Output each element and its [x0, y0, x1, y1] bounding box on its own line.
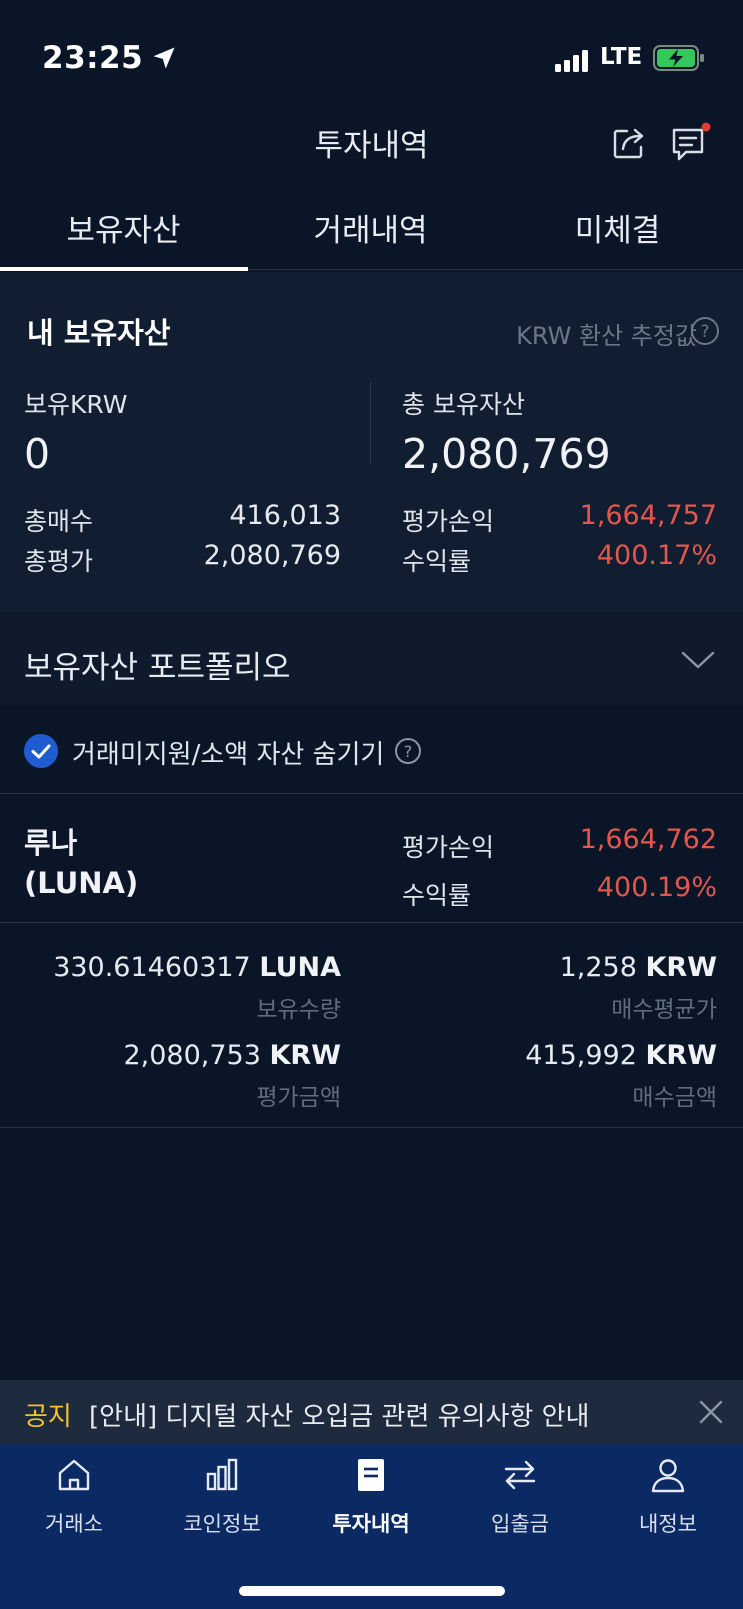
- location-arrow-icon: [153, 47, 175, 69]
- asset-name[interactable]: 루나 (LUNA): [24, 823, 138, 903]
- avg-buy-price-unit: KRW: [645, 952, 718, 983]
- help-icon[interactable]: ?: [394, 737, 422, 765]
- buy-amount-unit: KRW: [645, 1040, 718, 1071]
- share-icon[interactable]: [610, 122, 650, 162]
- transfer-icon: [504, 1460, 536, 1490]
- nav-coin-info[interactable]: 코인정보: [148, 1456, 296, 1538]
- chevron-down-icon[interactable]: [680, 645, 716, 675]
- hide-small-assets-checkbox[interactable]: [24, 734, 58, 768]
- total-buy-value: 416,013: [229, 500, 341, 531]
- user-icon: [651, 1459, 685, 1493]
- total-buy-label: 총매수: [24, 507, 94, 536]
- eval-amount-value: 2,080,753: [123, 1040, 261, 1071]
- chat-icon[interactable]: [670, 122, 712, 164]
- notice-tag: 공지: [24, 1402, 72, 1432]
- total-assets-label: 총 보유자산: [402, 390, 525, 419]
- home-indicator: [239, 1586, 505, 1596]
- avg-buy-price-label: 매수평균가: [611, 997, 717, 1023]
- total-eval-label: 총평가: [24, 547, 94, 576]
- roi-value: 400.17%: [596, 540, 717, 571]
- nav-my-info[interactable]: 내정보: [594, 1456, 742, 1538]
- nav-coin-info-label: 코인정보: [183, 1512, 261, 1536]
- nav-investments-label: 투자내역: [332, 1512, 410, 1536]
- signal-icon: [555, 50, 588, 72]
- buy-amount: 415,992 KRW: [525, 1040, 717, 1071]
- nav-deposit-withdraw-label: 입출금: [491, 1512, 549, 1536]
- avg-buy-price-value: 1,258: [559, 952, 637, 983]
- holding-quantity: 330.61460317 LUNA: [53, 952, 341, 983]
- summary-divider: [370, 382, 371, 464]
- buy-amount-value: 415,992: [525, 1040, 637, 1071]
- portfolio-title: 보유자산 포트폴리오: [24, 650, 291, 686]
- pnl-value: 1,664,757: [579, 500, 717, 531]
- summary-title: 내 보유자산: [27, 316, 171, 350]
- holding-quantity-label: 보유수량: [256, 997, 341, 1023]
- asset-symbol: (LUNA): [24, 866, 139, 900]
- svg-text:?: ?: [700, 322, 709, 342]
- status-time: 23:25: [42, 40, 144, 76]
- asset-pnl-label: 평가손익: [402, 833, 495, 862]
- pnl-label: 평가손익: [402, 507, 495, 536]
- active-tab-indicator: [0, 267, 248, 271]
- notice-text[interactable]: [안내] 디지털 자산 오입금 관련 유의사항 안내: [89, 1396, 589, 1433]
- tab-transactions[interactable]: 거래내역: [247, 205, 494, 250]
- roi-label: 수익률: [402, 547, 472, 576]
- home-icon: [58, 1459, 90, 1491]
- close-icon[interactable]: [698, 1399, 724, 1425]
- tab-unfilled[interactable]: 미체결: [494, 205, 741, 250]
- asset-korean-name: 루나: [24, 826, 78, 860]
- bar-chart-icon: [206, 1458, 238, 1491]
- nav-exchange-label: 거래소: [45, 1512, 103, 1536]
- asset-pnl-value: 1,664,762: [579, 824, 717, 855]
- nav-exchange[interactable]: 거래소: [0, 1456, 148, 1538]
- document-icon: [358, 1459, 384, 1491]
- nav-deposit-withdraw[interactable]: 입출금: [446, 1456, 594, 1538]
- nav-my-info-label: 내정보: [639, 1512, 697, 1536]
- eval-amount-label: 평가금액: [256, 1085, 341, 1111]
- asset-roi-label: 수익률: [402, 881, 472, 910]
- krw-balance-value: 0: [24, 430, 51, 478]
- holding-quantity-unit: LUNA: [259, 952, 341, 983]
- buy-amount-label: 매수금액: [632, 1085, 717, 1111]
- krw-estimate-note: KRW 환산 추정값: [516, 322, 697, 350]
- nav-investments[interactable]: 투자내역: [297, 1456, 445, 1538]
- krw-balance-label: 보유KRW: [24, 390, 128, 419]
- help-icon[interactable]: ?: [690, 316, 720, 346]
- asset-roi-value: 400.19%: [596, 872, 717, 903]
- total-assets-value: 2,080,769: [402, 430, 611, 478]
- total-eval-value: 2,080,769: [203, 540, 341, 571]
- eval-amount: 2,080,753 KRW: [123, 1040, 341, 1071]
- tab-holdings[interactable]: 보유자산: [0, 205, 247, 250]
- holding-quantity-value: 330.61460317: [53, 952, 251, 983]
- eval-amount-unit: KRW: [269, 1040, 342, 1071]
- svg-text:?: ?: [404, 742, 413, 761]
- avg-buy-price: 1,258 KRW: [560, 952, 717, 983]
- battery-charging-icon: [653, 45, 704, 71]
- hide-small-assets-label[interactable]: 거래미지원/소액 자산 숨기기: [72, 734, 384, 771]
- divider: [0, 922, 743, 923]
- divider: [0, 793, 743, 794]
- network-type: LTE: [600, 44, 643, 70]
- divider: [0, 1127, 743, 1128]
